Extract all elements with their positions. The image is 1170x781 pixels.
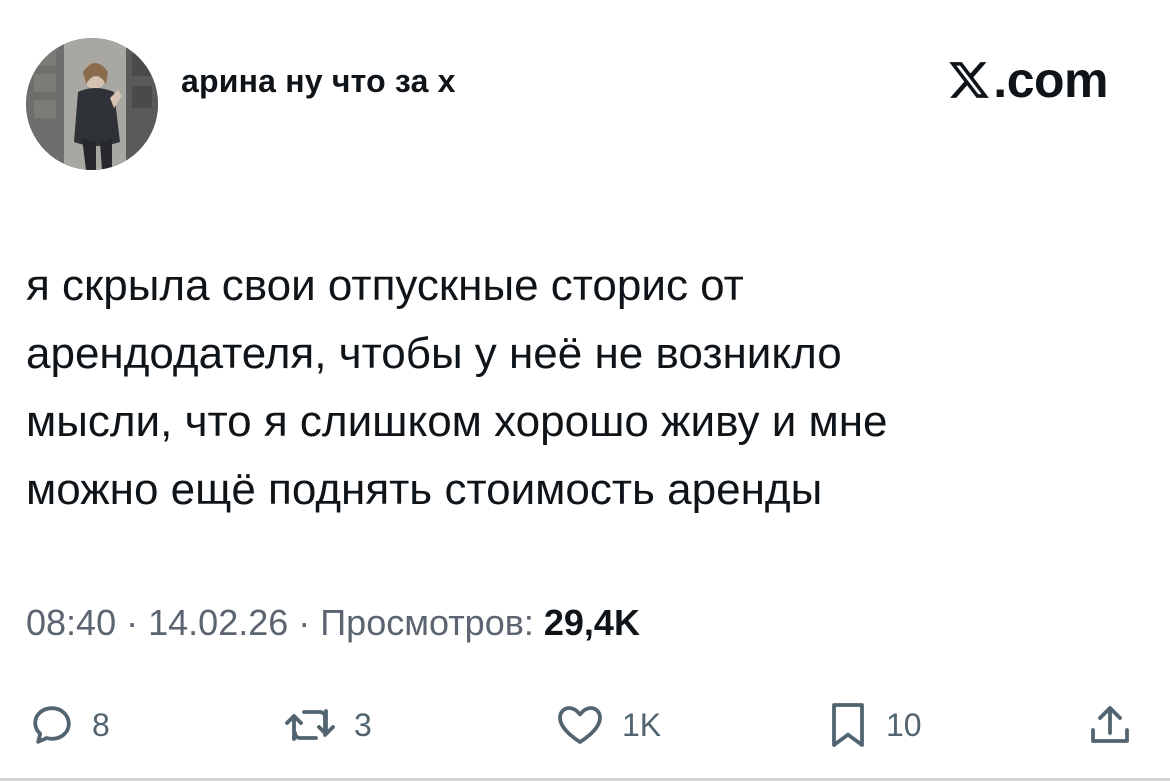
tweet-card: арина ну что за х .com я скрыла свои отп… (0, 0, 1170, 781)
bookmark-icon (832, 703, 864, 747)
tweet-meta: 08:40 · 14.02.26 · Просмотров: 29,4K (26, 602, 640, 644)
like-button[interactable]: 1K (554, 690, 661, 760)
tweet-date[interactable]: 14.02.26 (148, 602, 288, 643)
brand-domain: .com (993, 52, 1108, 108)
reply-button[interactable]: 8 (28, 690, 110, 760)
tweet-time[interactable]: 08:40 (26, 602, 116, 643)
brand-watermark: .com (947, 50, 1108, 110)
meta-separator: · (126, 602, 139, 643)
avatar[interactable] (26, 38, 158, 170)
reply-icon (33, 706, 71, 744)
retweet-count: 3 (354, 706, 372, 743)
bookmark-button[interactable]: 10 (826, 690, 922, 760)
tweet-text-line: мысли, что я слишком хорошо живу и мне (26, 397, 888, 446)
tweet-text: я скрыла свои отпускные сторис от арендо… (26, 252, 1126, 524)
heart-icon (558, 706, 602, 744)
reply-count: 8 (92, 706, 110, 743)
share-icon (1091, 706, 1129, 743)
share-button[interactable] (1086, 690, 1134, 760)
tweet-text-line: можно ещё поднять стоимость аренды (26, 465, 823, 514)
action-bar: 8 3 1K 10 (0, 690, 1170, 760)
x-logo-icon (949, 62, 990, 98)
meta-separator: · (298, 602, 311, 643)
retweet-button[interactable]: 3 (282, 690, 372, 760)
views-label: Просмотров: (320, 602, 534, 643)
like-count: 1K (622, 706, 662, 743)
tweet-text-line: арендодателя, чтобы у неё не возникло (26, 329, 842, 378)
author-display-name[interactable]: арина ну что за х (181, 63, 456, 100)
retweet-icon (285, 709, 335, 741)
bookmark-count: 10 (886, 706, 922, 743)
views-count: 29,4K (543, 602, 640, 643)
avatar-photo (26, 38, 158, 170)
tweet-text-line: я скрыла свои отпускные сторис от (26, 261, 744, 310)
